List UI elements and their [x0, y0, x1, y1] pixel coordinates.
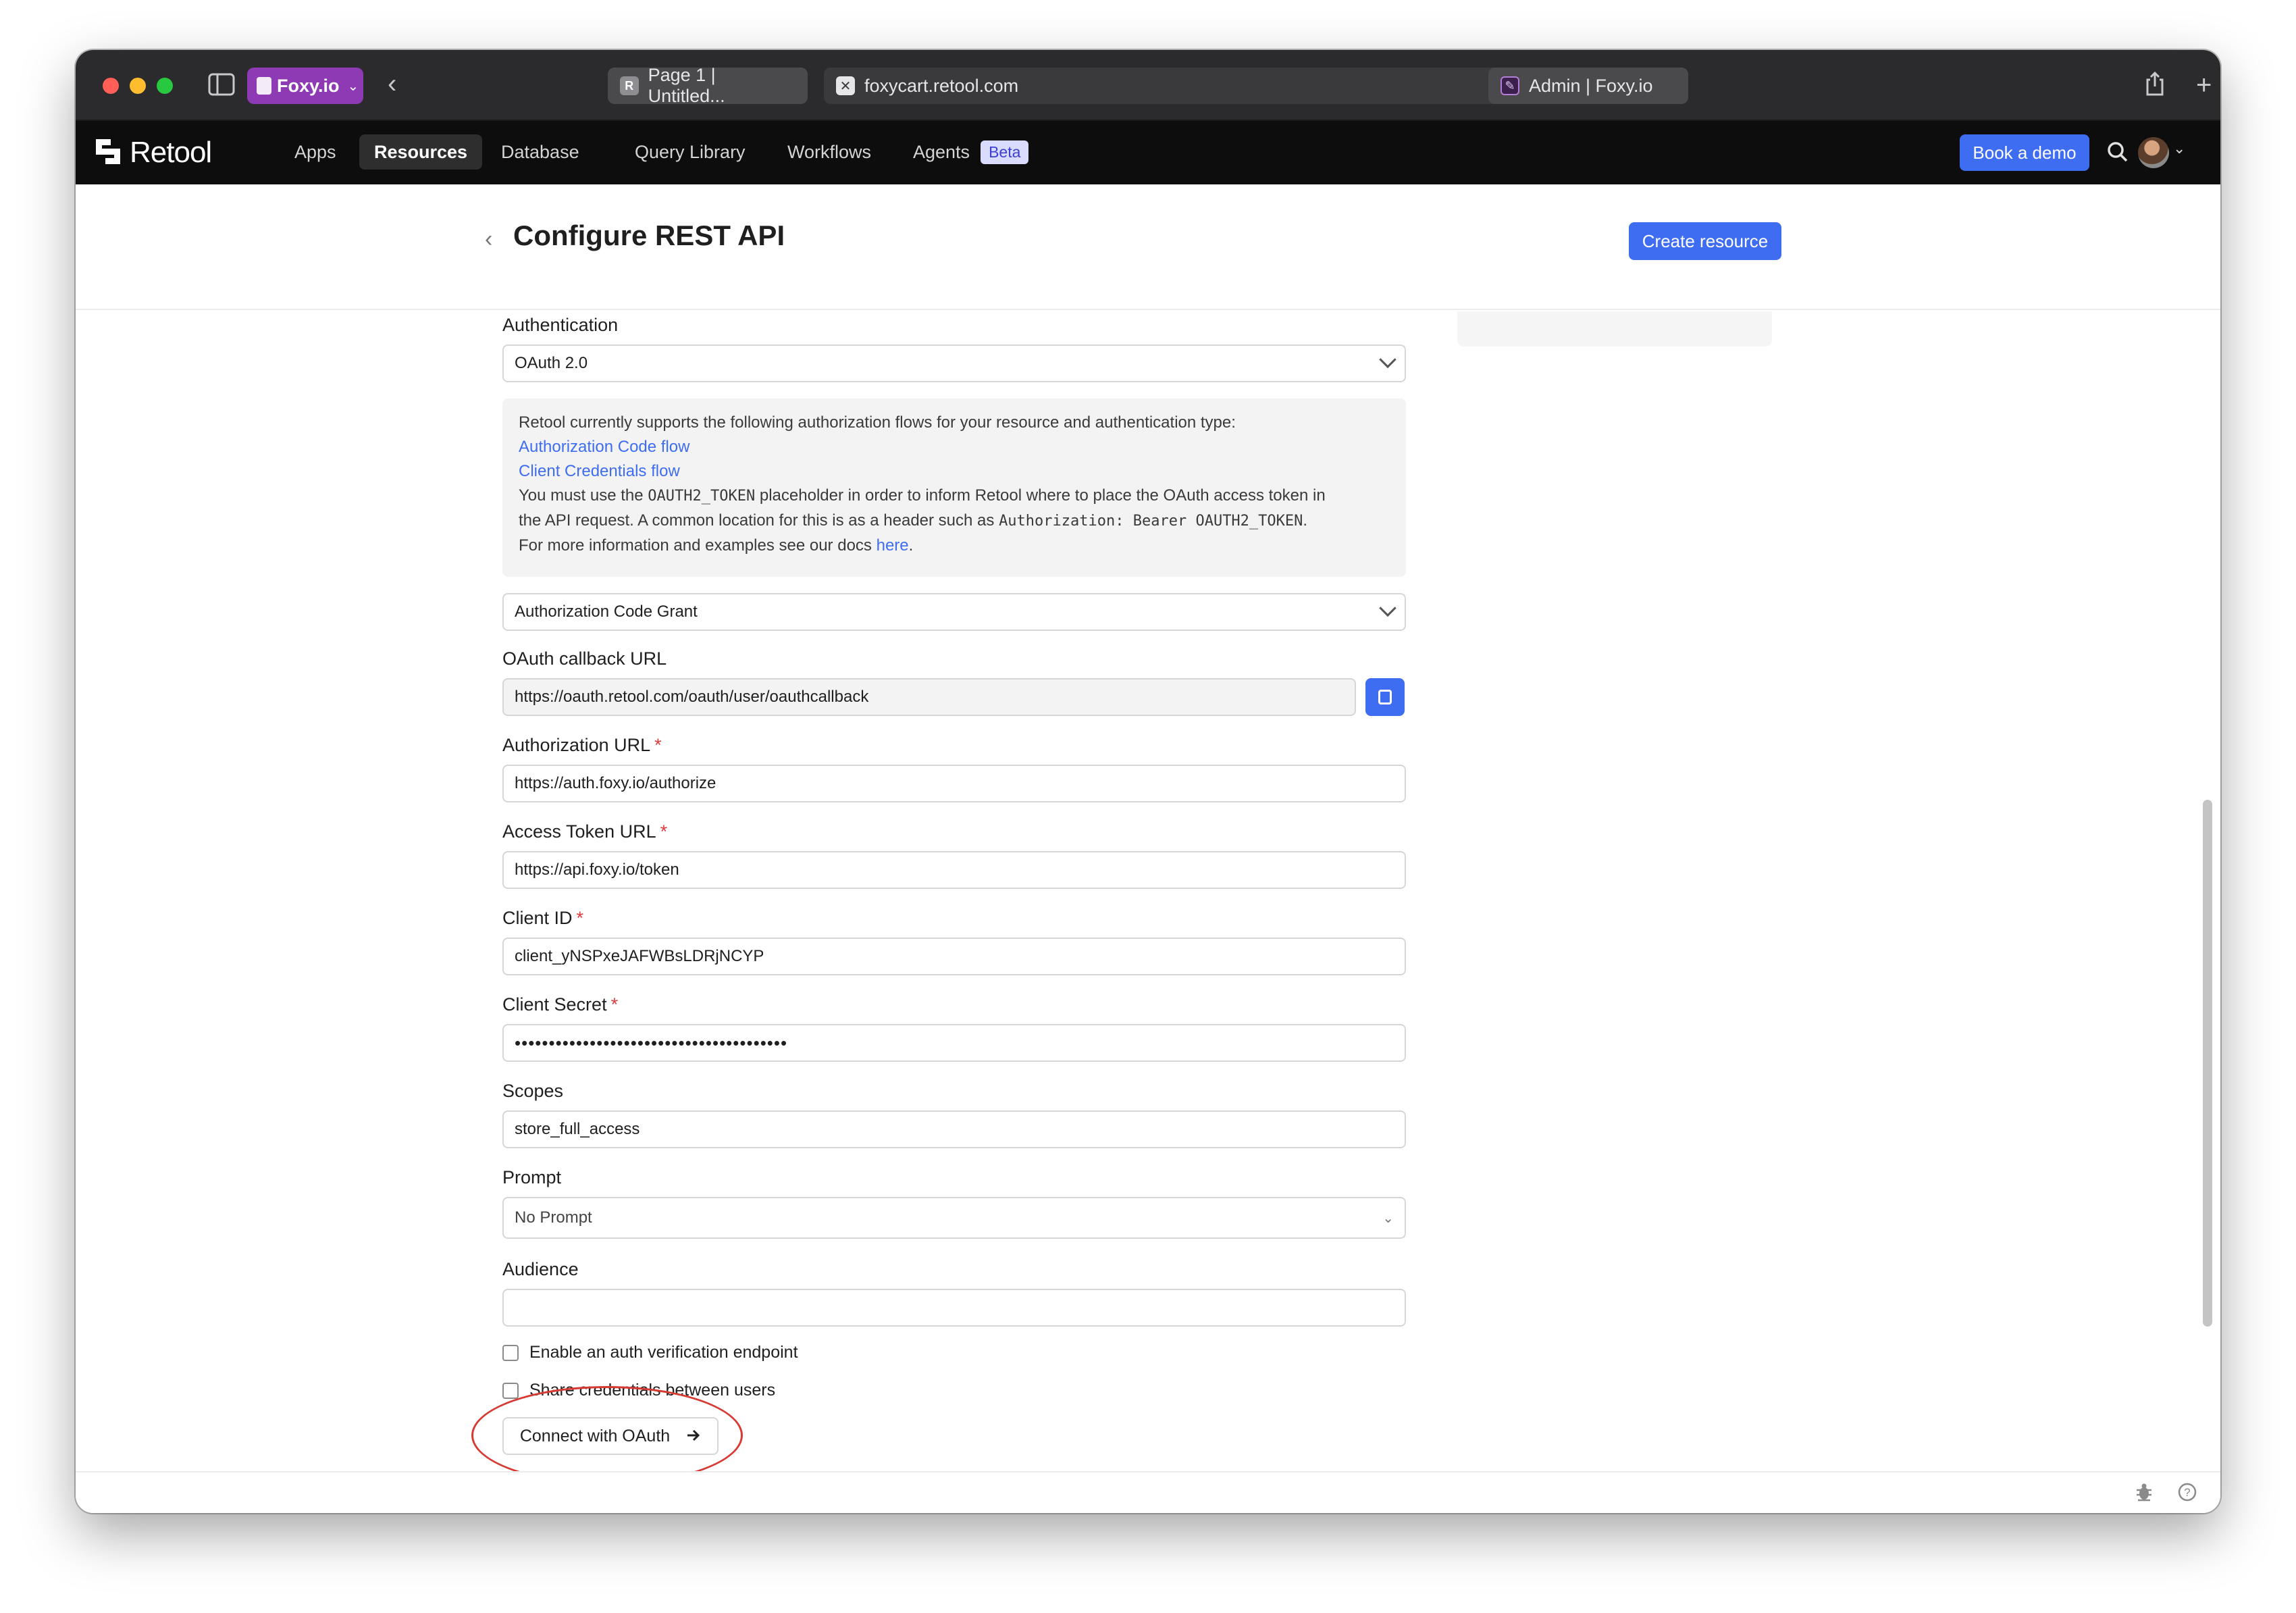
nav-apps[interactable]: Apps: [280, 134, 351, 170]
authentication-select[interactable]: OAuth 2.0: [502, 344, 1406, 382]
client-id-input[interactable]: client_yNSPxeJAFWBsLDRjNCYP: [502, 938, 1406, 975]
annotation-highlight-oval: [471, 1386, 743, 1485]
client-credentials-flow-link[interactable]: Client Credentials flow: [519, 459, 1390, 484]
retool-logo[interactable]: Retool: [96, 136, 212, 170]
oauth2-token-code: OAUTH2_TOKEN: [648, 488, 756, 505]
close-window-button[interactable]: [103, 78, 119, 94]
tab-page-1[interactable]: R Page 1 | Untitled...: [608, 65, 808, 106]
page-header: ‹ Configure REST API Create resource: [76, 184, 2220, 310]
page-title: Configure REST API: [513, 220, 785, 251]
chevron-down-icon: ⌄: [347, 78, 359, 94]
share-credentials-checkbox[interactable]: [502, 1382, 519, 1399]
back-icon[interactable]: ‹: [388, 70, 396, 97]
oauth-info-box: Retool currently supports the following …: [502, 399, 1406, 577]
prompt-label: Prompt: [502, 1167, 562, 1187]
tab-label: Page 1 | Untitled...: [648, 65, 725, 106]
browser-window: Foxy.io ⌄ ‹ R Page 1 | Untitled... ✕ fox…: [76, 50, 2220, 1513]
copy-icon: [1378, 690, 1392, 705]
chevron-down-icon: [1379, 599, 1397, 617]
grant-type-select[interactable]: Authorization Code Grant: [502, 593, 1406, 631]
select-value: OAuth 2.0: [515, 354, 588, 372]
nav-label: Database: [501, 141, 579, 162]
retool-favicon-icon: R: [620, 76, 639, 95]
nav-database[interactable]: Database: [486, 134, 594, 170]
nav-label: Agents: [913, 141, 970, 162]
header-example-code: Authorization: Bearer OAUTH2_TOKEN: [999, 513, 1303, 530]
scrollbar[interactable]: [2203, 800, 2212, 1327]
tab-foxycart-retool[interactable]: ✕ foxycart.retool.com: [824, 68, 1536, 104]
book-demo-button[interactable]: Book a demo: [1960, 134, 2089, 171]
chevron-down-icon: ⌄: [1382, 1210, 1394, 1226]
authentication-label: Authentication: [502, 315, 619, 335]
bug-icon[interactable]: [2134, 1482, 2154, 1508]
nav-label: Workflows: [787, 141, 872, 162]
access-token-url-label: Access Token URL *: [502, 821, 668, 842]
new-tab-icon[interactable]: +: [2196, 72, 2212, 99]
beta-badge: Beta: [981, 140, 1029, 164]
minimize-window-button[interactable]: [130, 78, 146, 94]
checkbox-label: Enable an auth verification endpoint: [529, 1343, 798, 1362]
nav-query-library[interactable]: Query Library: [620, 134, 760, 170]
svg-text:?: ?: [2184, 1486, 2190, 1499]
authorization-code-flow-link[interactable]: Authorization Code flow: [519, 435, 1390, 459]
client-secret-label: Client Secret *: [502, 994, 619, 1015]
profile-switcher[interactable]: Foxy.io ⌄: [247, 68, 363, 104]
tab-label: foxycart.retool.com: [864, 75, 1019, 96]
create-resource-button[interactable]: Create resource: [1629, 222, 1781, 260]
info-line-2: the API request. A common location for t…: [519, 511, 1308, 530]
docs-here-link[interactable]: here: [877, 536, 909, 555]
chevron-down-icon[interactable]: ⌄: [2173, 140, 2185, 157]
browser-toolbar: Foxy.io ⌄ ‹ R Page 1 | Untitled... ✕ fox…: [76, 50, 2220, 121]
tab-label: Admin | Foxy.io: [1529, 75, 1653, 96]
app-navbar: Retool Apps Resources Database Query Lib…: [76, 121, 2220, 184]
tab-admin-foxy[interactable]: ✎ Admin | Foxy.io: [1488, 68, 1688, 104]
avatar[interactable]: [2138, 137, 2169, 168]
nav-label: Apps: [294, 141, 336, 162]
share-icon[interactable]: [2145, 70, 2165, 101]
nav-label: Resources: [374, 141, 468, 162]
callback-url-field: https://oauth.retool.com/oauth/user/oaut…: [502, 678, 1356, 716]
prompt-select[interactable]: No Prompt ⌄: [502, 1197, 1406, 1239]
zoom-window-button[interactable]: [157, 78, 173, 94]
retool-logo-icon: [96, 139, 120, 166]
side-panel: [1457, 311, 1772, 347]
nav-label: Query Library: [635, 141, 746, 162]
help-icon[interactable]: ?: [2177, 1482, 2197, 1508]
scopes-input[interactable]: store_full_access: [502, 1110, 1406, 1148]
search-icon[interactable]: [2104, 138, 2131, 165]
chevron-down-icon: [1379, 351, 1397, 369]
back-chevron-icon[interactable]: ‹: [485, 226, 492, 253]
nav-agents[interactable]: Agents Beta: [898, 134, 1043, 170]
info-intro: Retool currently supports the following …: [519, 413, 1236, 432]
scopes-label: Scopes: [502, 1081, 564, 1101]
select-value: Authorization Code Grant: [515, 603, 698, 621]
logo-text: Retool: [130, 136, 212, 169]
foxy-favicon-icon: ✎: [1501, 76, 1519, 95]
sidebar-toggle-icon[interactable]: [208, 73, 235, 100]
copy-callback-button[interactable]: [1365, 678, 1405, 716]
callback-url-label: OAuth callback URL: [502, 648, 667, 669]
nav-workflows[interactable]: Workflows: [773, 134, 886, 170]
authorization-url-label: Authorization URL *: [502, 735, 662, 755]
app-footer: ?: [76, 1471, 2220, 1513]
profile-label: Foxy.io: [277, 75, 340, 96]
audience-input[interactable]: [502, 1289, 1406, 1327]
auth-verification-checkbox[interactable]: [502, 1344, 519, 1361]
nav-resources[interactable]: Resources: [359, 134, 483, 170]
client-id-label: Client ID *: [502, 908, 584, 928]
authorization-url-input[interactable]: https://auth.foxy.io/authorize: [502, 765, 1406, 802]
x-favicon-icon: ✕: [836, 76, 855, 95]
info-line-1: You must use the OAUTH2_TOKEN placeholde…: [519, 486, 1326, 505]
profile-icon: [257, 77, 271, 95]
auth-verification-checkbox-row[interactable]: Enable an auth verification endpoint: [502, 1343, 798, 1362]
access-token-url-input[interactable]: https://api.foxy.io/token: [502, 851, 1406, 889]
info-line-3: For more information and examples see ou…: [519, 536, 914, 555]
client-secret-input[interactable]: ••••••••••••••••••••••••••••••••••••••••: [502, 1024, 1406, 1062]
audience-label: Audience: [502, 1259, 579, 1279]
select-value: No Prompt: [515, 1208, 592, 1227]
